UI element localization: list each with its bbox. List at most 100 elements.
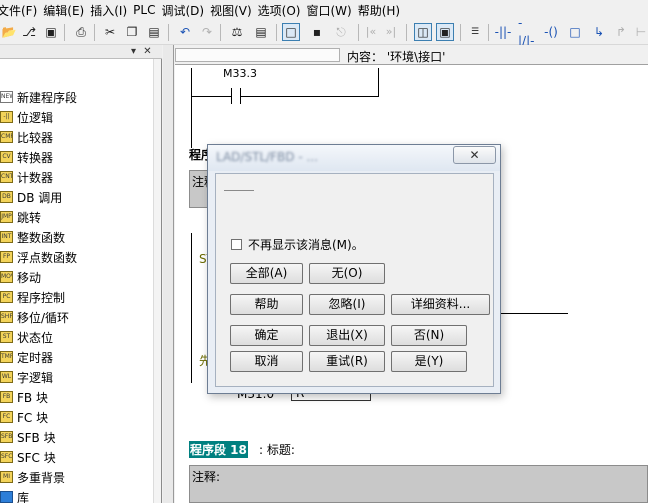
network-title: : 标题: [259,443,295,457]
redo-icon[interactable]: ↷ [198,23,216,41]
overview-icon[interactable]: ◫ [414,23,432,41]
monitor-icon[interactable]: □ [282,23,300,41]
undo-icon[interactable]: ↶ [176,23,194,41]
print-icon[interactable]: ⎙ [72,23,90,41]
jump-icon: JMP [0,211,13,223]
declaration-field[interactable] [175,48,340,62]
menu-insert[interactable]: 插入(I) [90,2,133,19]
menu-debug[interactable]: 调试(D) [161,2,210,19]
dont-show-again-checkbox[interactable]: 不再显示该消息(M)。 [231,236,364,253]
list-item-label: 库 [17,490,30,503]
normally-open-contact-icon[interactable]: -||- [494,23,512,41]
menu-options[interactable]: 选项(O) [258,2,307,19]
list-item[interactable]: 库 [0,487,29,503]
list-item[interactable]: CV 转换器 [0,147,53,167]
list-item[interactable]: CNT 计数器 [0,167,53,187]
list-item[interactable]: MOV 移动 [0,267,41,287]
list-item[interactable]: MI 多重背景 [0,467,65,487]
list-item[interactable]: SFC SFC 块 [0,447,56,467]
list-item[interactable]: -|| 位逻辑 [0,107,53,127]
fb-block-icon: FB [0,391,13,403]
cut-icon[interactable]: ✂ [101,23,119,41]
rung-wire [191,96,231,97]
menu-view[interactable]: 视图(V) [210,2,258,19]
ignore-button[interactable]: 忽略(I) [309,294,385,315]
connection-icon[interactable]: ⊢ [632,23,648,41]
branch-close-icon[interactable]: ↱ [612,23,630,41]
list-item-label: 浮点数函数 [17,250,78,265]
none-button[interactable]: 无(O) [309,263,385,284]
retry-button[interactable]: 重试(R) [309,351,385,372]
ok-button[interactable]: 确定 [230,325,303,346]
list-item[interactable]: FB FB 块 [0,387,48,407]
online-icon[interactable]: ⚖ [228,23,246,41]
toolbar-separator [460,24,461,41]
power-rail [191,68,192,148]
download-icon[interactable]: ▤ [252,23,270,41]
list-item[interactable]: JMP 跳转 [0,207,41,227]
list-item-label: 程序控制 [17,290,66,305]
move-icon: MOV [0,271,13,283]
dialog-titlebar[interactable]: LAD/STL/FBD - ... ✕ [208,145,500,171]
panel-dropdown-icon[interactable]: ▾ [128,46,139,57]
yes-button[interactable]: 是(Y) [391,351,467,372]
list-item[interactable]: ST 状态位 [0,327,53,347]
prev-network-icon[interactable]: |« [362,23,380,41]
list-item[interactable]: FC FC 块 [0,407,48,427]
panel-scrollbar[interactable] [153,59,161,503]
toolbar-separator [64,24,65,41]
menu-help[interactable]: 帮助(H) [358,2,406,19]
list-item-label: DB 调用 [17,190,63,205]
sfb-block-icon: SFB [0,431,13,443]
integer-function-icon: INT [0,231,13,243]
no-button[interactable]: 否(N) [391,325,467,346]
contact-address: M33.3 [223,67,257,80]
checkbox-box[interactable] [231,239,242,250]
list-item[interactable]: WL 字逻辑 [0,367,53,387]
normally-closed-contact-icon[interactable]: -|/|- [518,16,536,48]
rung-wire [500,313,568,314]
list-item[interactable]: SHF 移位/循环 [0,307,69,327]
menu-plc[interactable]: PLC [133,3,161,17]
glasses-icon[interactable]: ⎋ [332,23,350,41]
open-folder-icon[interactable]: 📂 [0,23,18,41]
details-button[interactable]: 详细资料... [391,294,490,315]
coil-icon[interactable]: -() [542,23,560,41]
cancel-button[interactable]: 取消 [230,351,303,372]
list-item[interactable]: TMR 定时器 [0,347,53,367]
network-label[interactable]: 程序段 18 [189,441,248,458]
paste-icon[interactable]: ▤ [145,23,163,41]
menu-file[interactable]: 文件(F) [0,2,43,19]
panel-close-icon[interactable]: ✕ [142,46,153,57]
menu-window[interactable]: 窗口(W) [306,2,357,19]
message-dialog: LAD/STL/FBD - ... ✕ 不再显示该消息(M)。 全部(A) 无(… [207,144,501,394]
branch-open-icon[interactable]: ↳ [590,23,608,41]
copy-icon[interactable]: ❐ [123,23,141,41]
list-item[interactable]: CMP 比较器 [0,127,53,147]
list-item[interactable]: NEW 新建程序段 [0,87,77,107]
save-icon[interactable]: ▣ [42,23,60,41]
all-button[interactable]: 全部(A) [230,263,303,284]
list-item-label: 新建程序段 [17,90,78,105]
list-item[interactable]: PC 程序控制 [0,287,65,307]
dialog-title: LAD/STL/FBD - ... [216,150,318,164]
details-icon[interactable]: ▣ [436,23,454,41]
close-button[interactable]: ✕ [453,146,496,164]
list-item[interactable]: SFB SFB 块 [0,427,56,447]
list-item[interactable]: DB DB 调用 [0,187,62,207]
list-item-label: FC 块 [17,410,49,425]
save-all-icon[interactable]: ⎇ [20,23,38,41]
menu-edit[interactable]: 编辑(E) [43,2,90,19]
list-item-label: 移动 [17,270,42,285]
panel-splitter[interactable] [163,45,174,503]
exit-button[interactable]: 退出(X) [309,325,385,346]
network-comment-box[interactable] [189,465,648,503]
comments-icon[interactable]: ☰ [466,23,484,41]
next-network-icon[interactable]: »| [382,23,400,41]
message-separator [224,190,254,191]
list-item[interactable]: INT 整数函数 [0,227,65,247]
network-icon[interactable]: ▪ [308,23,326,41]
help-button[interactable]: 帮助 [230,294,303,315]
box-icon[interactable]: □ [566,23,584,41]
list-item[interactable]: FP 浮点数函数 [0,247,77,267]
